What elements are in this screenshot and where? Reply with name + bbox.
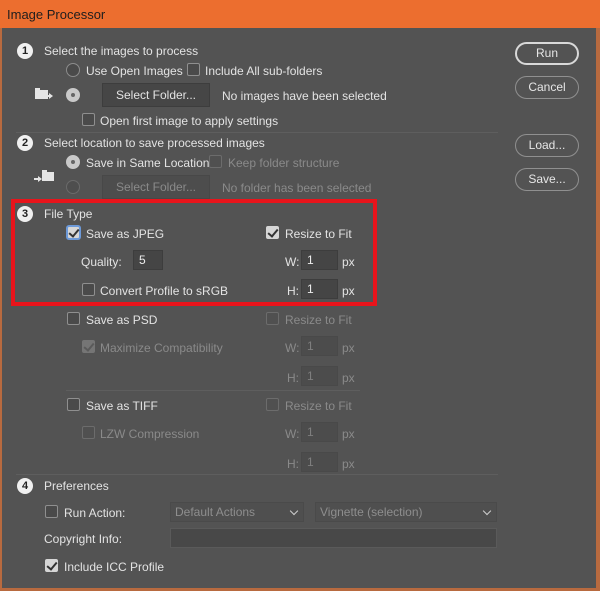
maximize-compatibility-checkbox[interactable] [82,340,95,353]
psd-height-input[interactable]: 1 [301,366,338,386]
maximize-compatibility-label[interactable]: Maximize Compatibility [100,341,223,355]
save-same-location-radio[interactable] [66,155,80,169]
psd-height-unit: px [342,371,355,385]
save-settings-button[interactable]: Save... [515,168,579,191]
section-divider [16,132,498,133]
load-button[interactable]: Load... [515,134,579,157]
run-button[interactable]: Run [515,42,579,65]
tiff-width-label: W: [285,427,300,441]
run-action-checkbox[interactable] [45,505,58,518]
tiff-height-input[interactable]: 1 [301,452,338,472]
copyright-input[interactable] [170,528,497,548]
section-3-title: File Type [44,207,93,221]
run-action-label[interactable]: Run Action: [64,506,125,520]
save-as-jpeg-checkbox[interactable] [67,226,80,239]
section-4-title: Preferences [44,479,109,493]
include-icc-label[interactable]: Include ICC Profile [64,560,164,574]
select-source-folder-button[interactable]: Select Folder... [102,83,210,107]
convert-srgb-label[interactable]: Convert Profile to sRGB [100,284,228,298]
keep-folder-structure-checkbox[interactable] [209,155,222,168]
source-status-text: No images have been selected [222,89,387,103]
jpeg-resize-label[interactable]: Resize to Fit [285,227,352,241]
section-2-number: 2 [17,135,33,151]
save-as-tiff-checkbox[interactable] [67,398,80,411]
quality-label: Quality: [81,255,122,269]
save-as-tiff-label[interactable]: Save as TIFF [86,399,158,413]
action-set-select[interactable]: Default Actions [170,502,304,522]
image-processor-dialog: Run Cancel Load... Save... 1 Select the … [0,28,600,591]
copyright-label: Copyright Info: [44,532,123,546]
jpeg-height-input[interactable]: 1 [301,279,338,299]
jpeg-width-input[interactable]: 1 [301,250,338,270]
folder-save-icon [34,170,54,182]
action-select[interactable]: Vignette (selection) [315,502,497,522]
section-1-title: Select the images to process [44,44,199,58]
psd-width-unit: px [342,341,355,355]
open-first-image-checkbox[interactable] [82,113,95,126]
folder-open-icon [35,88,53,99]
section-3-number: 3 [17,206,33,222]
use-open-images-radio[interactable] [66,63,80,77]
use-open-images-label[interactable]: Use Open Images [86,64,183,78]
section-2-title: Select location to save processed images [44,136,265,150]
include-subfolders-label[interactable]: Include All sub-folders [205,64,322,78]
save-same-location-label[interactable]: Save in Same Location [86,156,209,170]
open-first-image-label[interactable]: Open first image to apply settings [100,114,278,128]
section-divider [16,474,498,475]
keep-folder-structure-label[interactable]: Keep folder structure [228,156,339,170]
save-to-folder-radio[interactable] [66,180,80,194]
save-as-psd-label[interactable]: Save as PSD [86,313,157,327]
jpeg-width-label: W: [285,255,300,269]
psd-resize-checkbox[interactable] [266,312,279,325]
psd-resize-label[interactable]: Resize to Fit [285,313,352,327]
tiff-width-input[interactable]: 1 [301,422,338,442]
lzw-compression-checkbox[interactable] [82,426,95,439]
select-destination-folder-button[interactable]: Select Folder... [102,175,210,199]
save-as-jpeg-label[interactable]: Save as JPEG [86,227,164,241]
jpeg-width-unit: px [342,255,355,269]
jpeg-resize-checkbox[interactable] [266,226,279,239]
title-bar: Image Processor [0,0,600,28]
psd-width-input[interactable]: 1 [301,336,338,356]
chevron-down-icon [482,506,492,516]
select-folder-radio[interactable] [66,88,80,102]
psd-height-label: H: [287,371,299,385]
lzw-compression-label[interactable]: LZW Compression [100,427,199,441]
tiff-resize-label[interactable]: Resize to Fit [285,399,352,413]
psd-width-label: W: [285,341,300,355]
tiff-width-unit: px [342,427,355,441]
psd-divider [66,390,360,391]
include-icc-checkbox[interactable] [45,559,58,572]
section-1-number: 1 [17,43,33,59]
quality-input[interactable]: 5 [133,250,163,270]
action-set-value: Default Actions [175,505,256,519]
chevron-down-icon [289,506,299,516]
convert-srgb-checkbox[interactable] [82,283,95,296]
tiff-height-unit: px [342,457,355,471]
tiff-height-label: H: [287,457,299,471]
window-title: Image Processor [7,7,106,22]
tiff-resize-checkbox[interactable] [266,398,279,411]
jpeg-height-unit: px [342,284,355,298]
section-4-number: 4 [17,478,33,494]
include-subfolders-checkbox[interactable] [187,63,200,76]
jpeg-height-label: H: [287,284,299,298]
cancel-button[interactable]: Cancel [515,76,579,99]
destination-status-text: No folder has been selected [222,181,372,195]
save-as-psd-checkbox[interactable] [67,312,80,325]
action-value: Vignette (selection) [320,505,423,519]
